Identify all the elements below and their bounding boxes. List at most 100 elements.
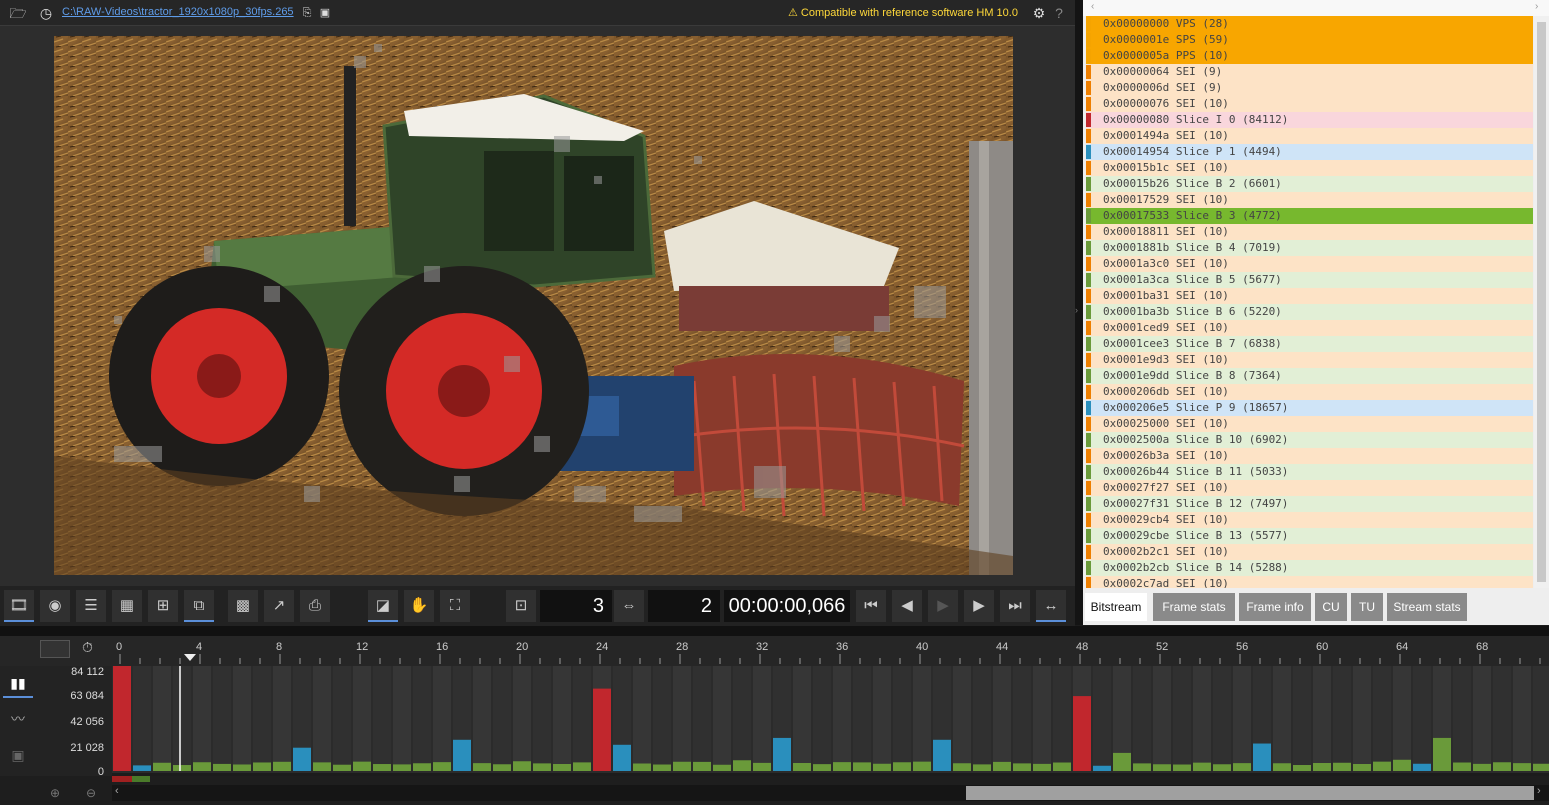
nal-unit-row[interactable]: 0x00027f31 Slice B 12 (7497) <box>1086 496 1533 512</box>
zoom-out-icon[interactable]: ⊖ <box>86 786 96 800</box>
nal-unit-row[interactable]: 0x00029cb4 SEI (10) <box>1086 512 1533 528</box>
nal-unit-row[interactable]: 0x0001cee3 Slice B 7 (6838) <box>1086 336 1533 352</box>
nal-type-marker <box>1086 465 1091 479</box>
nal-unit-row[interactable]: 0x00026b3a SEI (10) <box>1086 448 1533 464</box>
panel-splitter[interactable]: › <box>1075 0 1083 625</box>
bar-background <box>1413 666 1431 771</box>
nal-unit-row[interactable]: 0x0000005a PPS (10) <box>1086 48 1533 64</box>
zoom-in-icon[interactable]: ⊕ <box>50 786 60 800</box>
timeline-ruler[interactable]: 0 4 8 12 16 20 24 28 32 36 40 44 48 52 56 60 64 68 <box>112 636 1549 666</box>
copy-path-icon[interactable]: ⎘ <box>297 3 317 23</box>
preview-icon[interactable]: ▣ <box>3 740 33 770</box>
nal-unit-row[interactable]: 0x0001494a SEI (10) <box>1086 128 1533 144</box>
scroll-left-icon[interactable]: ‹ <box>1091 1 1094 12</box>
frame-size-chart[interactable] <box>112 666 1549 773</box>
zoom-region-button[interactable]: ◪ <box>368 590 398 622</box>
nal-unit-row[interactable]: 0x00027f27 SEI (10) <box>1086 480 1533 496</box>
nal-unit-row[interactable]: 0x0002500a Slice B 10 (6902) <box>1086 432 1533 448</box>
nal-unit-row[interactable]: 0x00029cbe Slice B 13 (5577) <box>1086 528 1533 544</box>
open-folder-icon[interactable]: 🗁 <box>8 3 28 23</box>
nal-unit-row[interactable]: 0x00017529 SEI (10) <box>1086 192 1533 208</box>
overlay-mode-button[interactable]: 🎞 <box>4 590 34 622</box>
settings-gear-icon[interactable]: ⚙ <box>1029 3 1049 23</box>
pixel-grid-button[interactable]: ▩ <box>228 590 258 622</box>
vertical-scrollbar[interactable] <box>1534 16 1549 588</box>
scroll-left-icon[interactable]: ‹ <box>115 785 119 797</box>
tab-frame-info[interactable]: Frame info <box>1239 593 1311 621</box>
frames-mode-icon[interactable] <box>40 640 70 658</box>
nal-unit-row[interactable]: 0x00000076 SEI (10) <box>1086 96 1533 112</box>
nal-unit-row[interactable]: 0x00017533 Slice B 3 (4772) <box>1086 208 1533 224</box>
nal-unit-row[interactable]: 0x0002b2c1 SEI (10) <box>1086 544 1533 560</box>
frame-number-field[interactable]: 2 <box>648 590 720 622</box>
nal-unit-row[interactable]: 0x000206e5 Slice P 9 (18657) <box>1086 400 1533 416</box>
bar-background <box>833 666 851 771</box>
play-icon[interactable]: ▶ <box>928 590 958 622</box>
nal-unit-row[interactable]: 0x00000080 Slice I 0 (84112) <box>1086 112 1533 128</box>
file-path-link[interactable]: C:\RAW-Videos\tractor_1920x1080p_30fps.2… <box>62 6 294 18</box>
nal-unit-row[interactable]: 0x0002b2cb Slice B 14 (5288) <box>1086 560 1533 576</box>
nal-unit-row[interactable]: 0x00000000 VPS (28) <box>1086 16 1533 32</box>
scrollbar-thumb[interactable] <box>1537 22 1546 582</box>
nal-unit-row[interactable]: 0x00025000 SEI (10) <box>1086 416 1533 432</box>
bar-chart-icon[interactable]: ▮▮ <box>3 668 33 698</box>
loop-toggle-button[interactable]: ↔ <box>1036 590 1066 622</box>
partition-overlay-button[interactable]: ⧉ <box>184 590 214 622</box>
nal-unit-row[interactable]: 0x0001ced9 SEI (10) <box>1086 320 1533 336</box>
nal-unit-row[interactable]: 0x0002c7ad SEI (10) <box>1086 576 1533 588</box>
nal-unit-row[interactable]: 0x0001ba3b Slice B 6 (5220) <box>1086 304 1533 320</box>
nal-unit-row[interactable]: 0x0000006d SEI (9) <box>1086 80 1533 96</box>
timeline-scroll-thumb[interactable] <box>966 786 1534 800</box>
nal-unit-row[interactable]: 0x0001881b Slice B 4 (7019) <box>1086 240 1533 256</box>
timecode-field[interactable]: 00:00:00,066 <box>724 590 850 622</box>
nal-unit-label: 0x0001ced9 SEI (10) <box>1103 321 1229 334</box>
color-channels-button[interactable]: ◉ <box>40 590 70 622</box>
line-chart-icon[interactable]: 〰 <box>3 704 33 734</box>
nal-unit-row[interactable]: 0x0001ba31 SEI (10) <box>1086 288 1533 304</box>
tab-stream-stats[interactable]: Stream stats <box>1387 593 1467 621</box>
rows-overlay-button[interactable]: ☰ <box>76 590 106 622</box>
scroll-right-icon[interactable]: › <box>1537 785 1541 797</box>
tab-cu[interactable]: CU <box>1315 593 1347 621</box>
tab-tu[interactable]: TU <box>1351 593 1383 621</box>
show-in-folder-icon[interactable]: ▣ <box>315 3 335 23</box>
tab-frame-stats[interactable]: Frame stats <box>1153 593 1235 621</box>
pan-hand-button[interactable]: ✋ <box>404 590 434 622</box>
screenshot-button[interactable]: ⎙ <box>300 590 330 622</box>
tab-bitstream[interactable]: Bitstream <box>1085 593 1147 621</box>
fit-frame-button[interactable]: ⛶ <box>440 590 470 622</box>
timeline-scrollbar[interactable]: ‹ › <box>112 785 1549 801</box>
frame-size-bar <box>553 764 571 771</box>
nal-unit-row[interactable]: 0x00014954 Slice P 1 (4494) <box>1086 144 1533 160</box>
nal-unit-row[interactable]: 0x00018811 SEI (10) <box>1086 224 1533 240</box>
first-frame-icon[interactable]: ⏮ <box>856 590 886 622</box>
nal-unit-row[interactable]: 0x0001e9d3 SEI (10) <box>1086 352 1533 368</box>
horizontal-scroll-arrows[interactable]: ‹ › <box>1083 0 1549 16</box>
nal-unit-row[interactable]: 0x0000001e SPS (59) <box>1086 32 1533 48</box>
nal-unit-list[interactable]: 0x00000000 VPS (28) 0x0000001e SPS (59) 0x… <box>1086 16 1533 588</box>
y-tick-label: 63 084 <box>70 690 104 702</box>
nal-unit-row[interactable]: 0x00015b1c SEI (10) <box>1086 160 1533 176</box>
nal-unit-row[interactable]: 0x0001a3c0 SEI (10) <box>1086 256 1533 272</box>
nal-unit-row[interactable]: 0x00000064 SEI (9) <box>1086 64 1533 80</box>
splitter-bar[interactable] <box>0 626 1549 636</box>
pic-number-field[interactable]: 3 <box>540 590 612 622</box>
help-icon[interactable]: ? <box>1049 3 1069 23</box>
time-mode-icon[interactable]: ⏱ <box>82 639 93 656</box>
scroll-right-icon[interactable]: › <box>1535 1 1538 12</box>
collapse-arrow-icon[interactable]: › <box>1075 305 1078 315</box>
nal-unit-row[interactable]: 0x0001a3ca Slice B 5 (5677) <box>1086 272 1533 288</box>
nal-unit-row[interactable]: 0x00015b26 Slice B 2 (6601) <box>1086 176 1533 192</box>
motion-vectors-button[interactable]: ↗ <box>264 590 294 622</box>
frame-size-bar <box>753 762 771 771</box>
last-frame-icon[interactable]: ⏭ <box>1000 590 1030 622</box>
grid-overlay-button[interactable]: ▦ <box>112 590 142 622</box>
prev-frame-icon[interactable]: ◀ <box>892 590 922 622</box>
next-frame-icon[interactable]: ▶ <box>964 590 994 622</box>
video-viewer[interactable] <box>0 26 1075 586</box>
ctu-grid-button[interactable]: ⊞ <box>148 590 178 622</box>
recent-files-icon[interactable]: ◷ <box>36 3 56 23</box>
nal-unit-row[interactable]: 0x00026b44 Slice B 11 (5033) <box>1086 464 1533 480</box>
nal-unit-row[interactable]: 0x0001e9dd Slice B 8 (7364) <box>1086 368 1533 384</box>
nal-unit-row[interactable]: 0x000206db SEI (10) <box>1086 384 1533 400</box>
